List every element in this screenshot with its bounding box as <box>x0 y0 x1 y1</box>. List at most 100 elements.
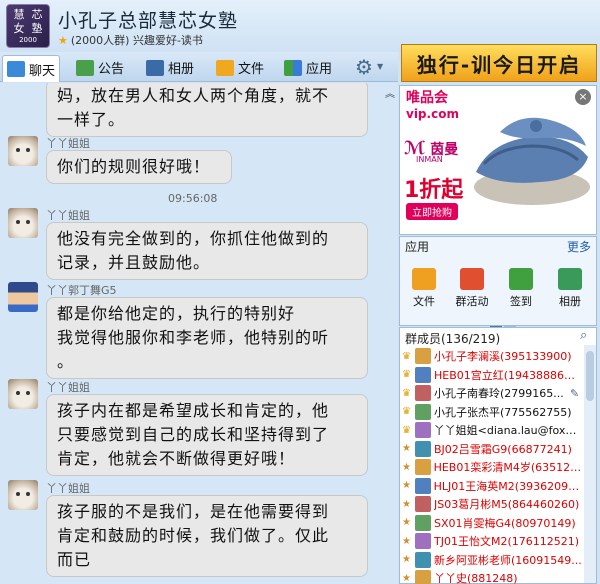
avatar[interactable] <box>8 208 38 238</box>
member-avatar <box>414 422 431 438</box>
message-line: 而已 <box>57 550 92 569</box>
avatar-char: 芯 <box>31 7 43 21</box>
message-sender[interactable]: 丫丫姐姐 <box>46 480 90 496</box>
crown-icon: ♛ <box>402 424 411 436</box>
group-title: 小孔子总部慧芯女塾 <box>58 10 239 32</box>
member-name: SX01肖雯梅G4(80970149) <box>434 516 576 530</box>
message-sender[interactable]: 丫丫姐姐 <box>46 207 90 223</box>
app-group-activity[interactable]: 群活动 <box>449 268 495 309</box>
star-icon: ★ <box>58 34 68 47</box>
search-icon[interactable]: ⌕ <box>580 328 587 343</box>
message-line: 。 <box>57 352 75 371</box>
member-name: 新乡阿亚彬老师(16091549... <box>434 553 582 567</box>
member-name: HEB01宫立红(1943888680) <box>433 368 582 382</box>
folder-icon <box>412 268 436 290</box>
side-ad[interactable]: 唯品会 vip.com ℳ 茵曼 INMAN 1折起 立即抢购 <box>399 85 597 235</box>
member-scrollbar[interactable] <box>584 345 596 583</box>
member-name: BJ02吕雪霜G9(66877241) <box>434 442 572 456</box>
crown-icon: ♛ <box>402 369 411 380</box>
message-line: 肯定，他就会不断做得更好哦！ <box>57 449 296 468</box>
tab-album-label: 相册 <box>168 62 195 77</box>
app-checkin[interactable]: 签到 <box>498 268 544 309</box>
message-line: 只要感觉到自己的成长和坚持得到了 <box>57 425 330 444</box>
message-line: 他没有完全做到的，你抓住他做到的 <box>57 229 330 248</box>
star-icon: ★ <box>402 443 411 454</box>
group-subtitle: ★ (2000人群) 兴趣爱好-读书 <box>58 32 203 48</box>
message-line: 你们的规则很好哦！ <box>57 157 211 176</box>
avatar[interactable] <box>8 136 38 166</box>
message-bubble: 妈，放在男人和女人两个角度，就不 一样了。 <box>46 83 368 137</box>
message-bubble: 都是你给他定的，执行的特别好 我觉得他服你和李老师，他特别的听 。 <box>46 297 368 379</box>
apps-title: 应用 <box>405 240 430 254</box>
app-file[interactable]: 文件 <box>401 268 447 309</box>
chevron-up-icon[interactable]: ︽ <box>385 85 395 100</box>
app-label: 相册 <box>559 295 581 308</box>
message-sender[interactable]: 丫丫郭丁舞G5 <box>46 282 117 298</box>
member-name: 小孔子南春玲(2799165... <box>434 387 564 400</box>
banner-text: 独行-训今日开启 <box>416 52 582 77</box>
avatar-char: 慧 <box>13 7 25 21</box>
message-bubble: 他没有完全做到的，你抓住他做到的 记录，并且鼓励他。 <box>46 222 368 280</box>
member-avatar <box>415 440 431 457</box>
top-banner-ad[interactable]: 独行-训今日开启 <box>401 44 597 82</box>
message-line: 我觉得他服你和李老师，他特别的听 <box>57 328 330 347</box>
member-avatar <box>414 366 431 383</box>
member-name: 小孔子张杰平(775562755) <box>434 405 572 419</box>
tab-notice-label: 公告 <box>98 62 125 77</box>
member-name: HEB01栾彩清M4岁(635125... <box>433 461 582 474</box>
star-icon: ★ <box>402 554 411 565</box>
chat-scrollbar[interactable]: ︽ <box>381 83 398 584</box>
group-avatar[interactable]: 慧 芯 女 塾 2000 <box>6 4 50 48</box>
apps-pager[interactable] <box>490 314 520 329</box>
member-avatar <box>414 477 431 494</box>
avatar[interactable] <box>8 480 38 510</box>
tab-chat[interactable]: 聊天 <box>2 55 61 82</box>
message-line: 记录，并且鼓励他。 <box>57 253 211 272</box>
tab-file-label: 文件 <box>238 62 265 77</box>
member-row[interactable]: ★ 丫丫史(881248) <box>402 567 582 584</box>
tab-app[interactable]: 应用 <box>280 55 336 80</box>
scrollbar-thumb[interactable] <box>586 351 594 401</box>
avatar[interactable] <box>8 282 38 312</box>
star-icon: ★ <box>402 517 411 528</box>
member-avatar <box>415 514 431 531</box>
chat-message-area[interactable]: 妈，放在男人和女人两个角度，就不 一样了。 丫丫姐姐 你们的规则很好哦！ 09:… <box>0 83 381 584</box>
avatar[interactable] <box>8 379 38 409</box>
member-name: 小孔子李澜溪(395133900) <box>434 350 572 363</box>
message-bubble: 你们的规则很好哦！ <box>46 150 232 184</box>
app-label: 签到 <box>510 295 532 308</box>
ad-vip-domain: vip.com <box>406 107 459 121</box>
member-avatar <box>415 385 431 401</box>
tab-chat-label: 聊天 <box>29 63 56 79</box>
message-line: 孩子服的不是我们，是在他需要得到 <box>57 502 330 521</box>
message-sender[interactable]: 丫丫姐姐 <box>46 379 90 395</box>
member-avatar <box>415 348 431 364</box>
chevron-down-icon[interactable]: ▼ <box>377 62 383 71</box>
member-name: 丫丫姐姐<diana.lau@foxm... <box>433 424 582 437</box>
crown-icon: ♛ <box>402 387 411 399</box>
toolbar: 聊天 公告 相册 文件 应用 <box>0 52 398 82</box>
app-label: 文件 <box>413 295 435 308</box>
picture-icon <box>558 268 582 290</box>
ad-buy-button[interactable]: 立即抢购 <box>406 203 458 220</box>
message-line: 肯定和鼓励的时候，我们做了。仅此 <box>57 526 330 545</box>
member-avatar <box>415 496 431 512</box>
app-album[interactable]: 相册 <box>547 268 593 309</box>
message-sender[interactable]: 丫丫姐姐 <box>46 135 90 151</box>
group-subtitle-text: (2000人群) 兴趣爱好-读书 <box>70 34 203 47</box>
star-icon: ★ <box>402 461 411 473</box>
megaphone-icon <box>76 59 94 76</box>
tab-album[interactable]: 相册 <box>142 55 198 80</box>
album-icon <box>146 59 164 76</box>
apps-more-link[interactable]: 更多 <box>567 238 591 255</box>
edit-icon[interactable]: ✎ <box>570 387 579 400</box>
close-icon[interactable]: × <box>575 89 591 105</box>
member-name: 丫丫史(881248) <box>434 572 518 584</box>
message-line: 孩子内在都是希望成长和肯定的，他 <box>57 401 330 420</box>
ad-brand-sub: INMAN <box>416 155 443 164</box>
tab-notice[interactable]: 公告 <box>72 55 128 80</box>
app-label: 群活动 <box>455 295 489 308</box>
gear-icon[interactable]: ⚙ <box>355 55 373 79</box>
tab-file[interactable]: 文件 <box>212 55 268 80</box>
message-bubble: 孩子服的不是我们，是在他需要得到 肯定和鼓励的时候，我们做了。仅此 而已 <box>46 495 368 577</box>
